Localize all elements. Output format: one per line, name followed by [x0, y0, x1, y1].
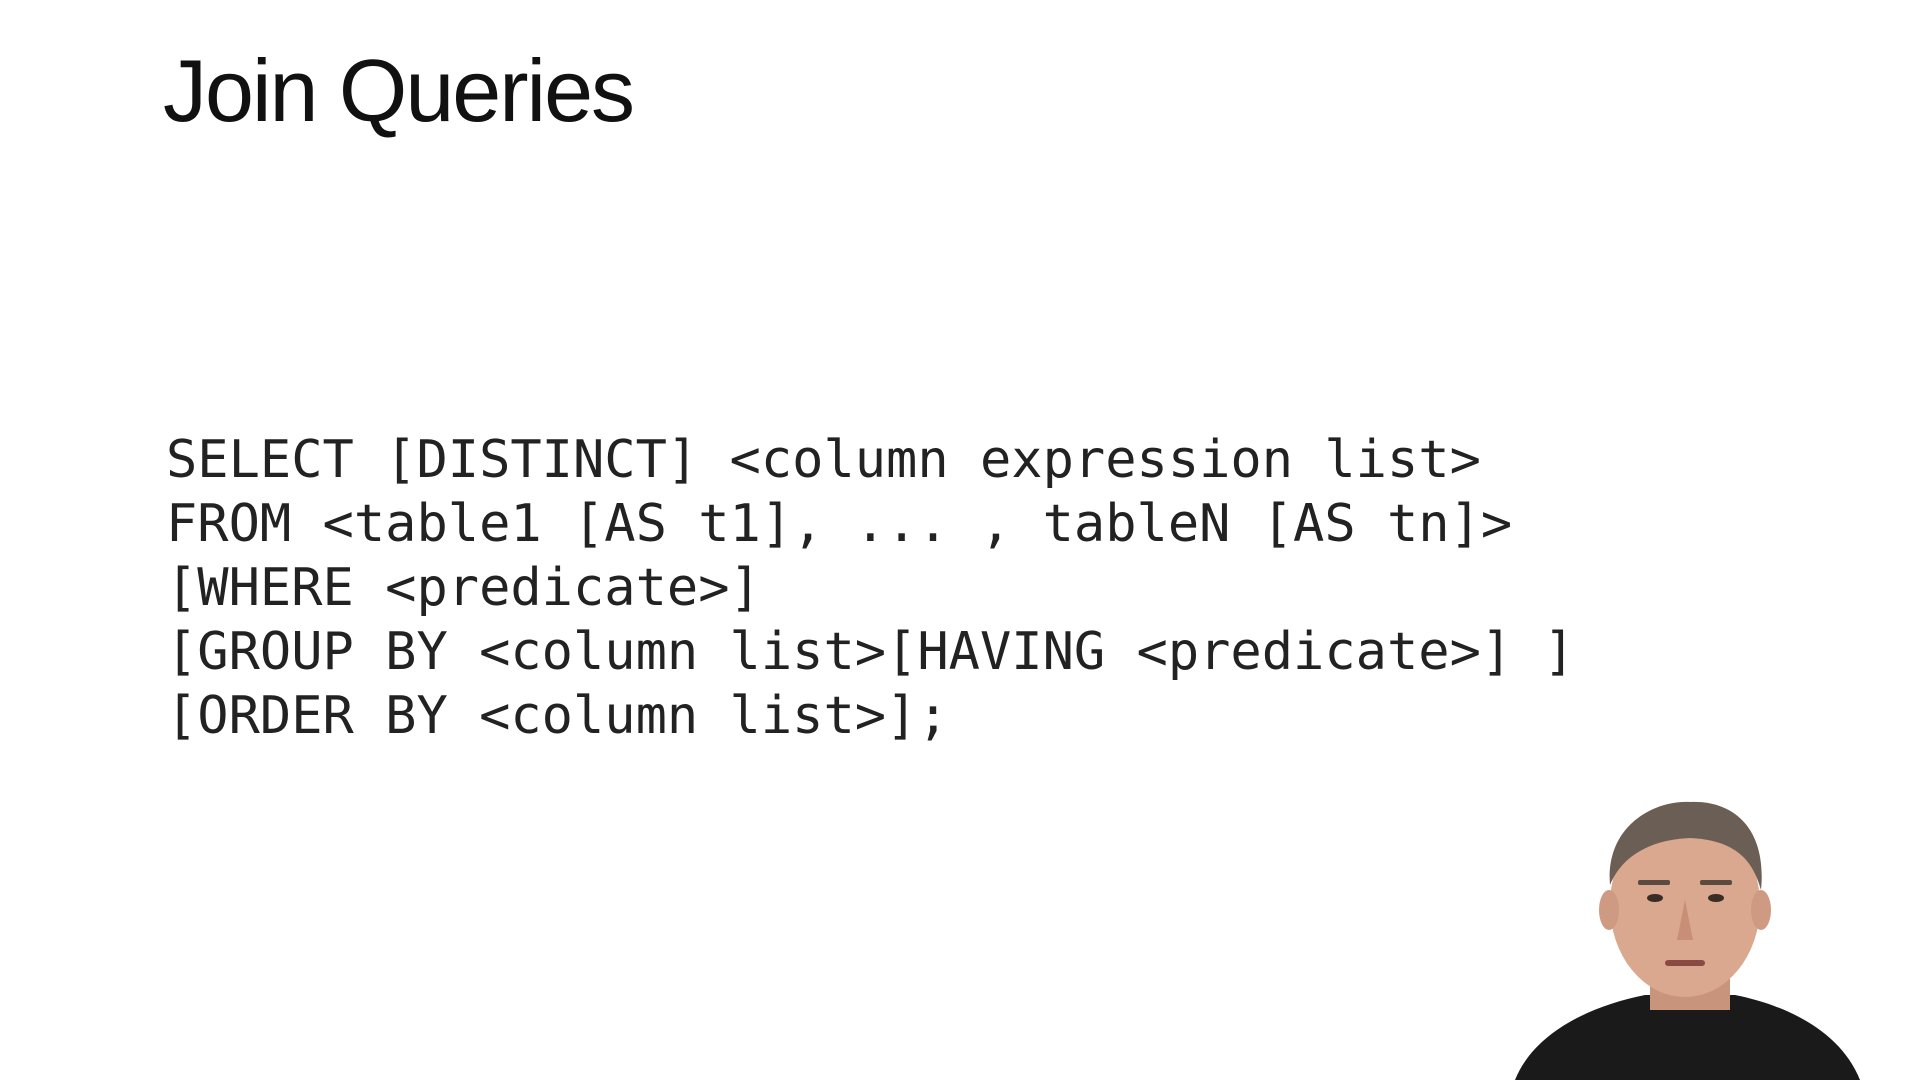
code-line-group-by: [GROUP BY <column list>[HAVING <predicat… — [166, 622, 1575, 682]
presenter-video — [1505, 780, 1865, 1080]
sql-syntax-block: SELECT [DISTINCT] <column expression lis… — [166, 428, 1575, 748]
slide-title: Join Queries — [163, 41, 635, 140]
code-line-where: [WHERE <predicate>] — [166, 558, 761, 618]
code-line-from: FROM <table1 [AS t1], ... , tableN [AS t… — [166, 494, 1513, 554]
code-line-select: SELECT [DISTINCT] <column expression lis… — [166, 430, 1481, 490]
code-line-order-by: [ORDER BY <column list>]; — [166, 686, 949, 746]
presenter-video-icon — [1505, 780, 1865, 1080]
slide: Join Queries SELECT [DISTINCT] <column e… — [0, 0, 1920, 1080]
